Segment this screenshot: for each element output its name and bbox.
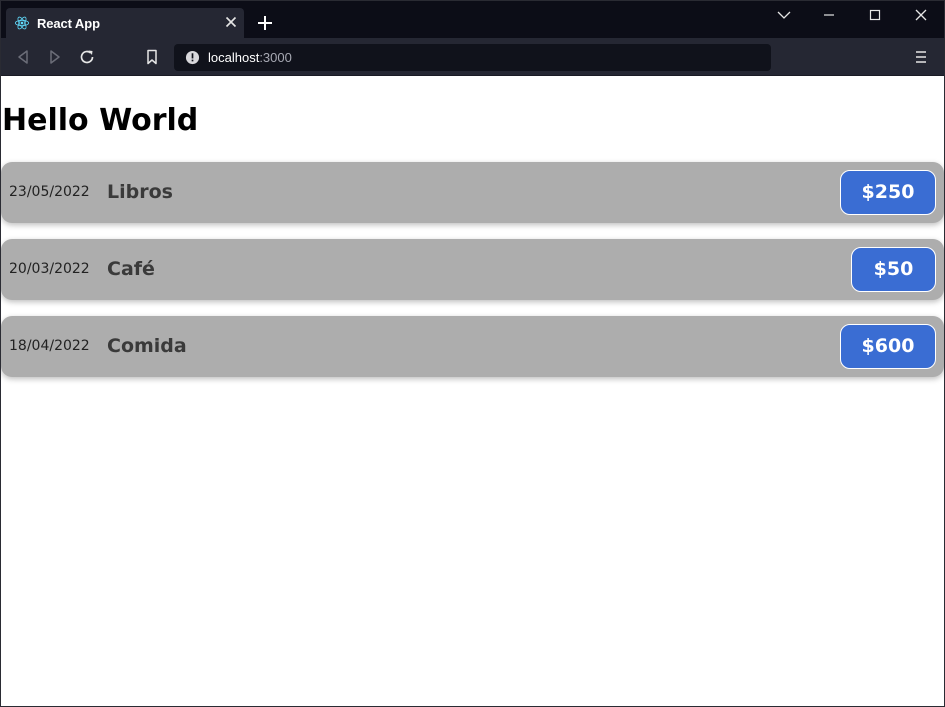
forward-arrow-icon[interactable] (45, 47, 65, 67)
browser-tab[interactable]: React App (6, 8, 244, 38)
back-arrow-icon[interactable] (13, 47, 33, 67)
url-port: :3000 (259, 50, 292, 65)
page-title: Hello World (2, 103, 199, 138)
minimize-icon[interactable] (817, 4, 841, 26)
close-icon[interactable] (222, 13, 240, 31)
plus-icon[interactable] (254, 12, 276, 34)
react-logo-icon (14, 16, 30, 30)
url-text: localhost:3000 (208, 50, 292, 65)
info-icon[interactable] (185, 50, 200, 65)
expense-description: Café (107, 258, 155, 280)
chevron-down-icon[interactable] (772, 4, 796, 26)
expense-price: $600 (840, 324, 936, 369)
page-viewport: Hello World 23/05/2022 Libros $250 20/03… (1, 76, 944, 706)
expense-price: $50 (851, 247, 936, 292)
address-bar[interactable]: localhost:3000 (174, 44, 771, 71)
expense-price: $250 (840, 170, 936, 215)
maximize-icon[interactable] (863, 4, 887, 26)
browser-toolbar: localhost:3000 (0, 38, 945, 76)
expense-description: Comida (107, 335, 187, 357)
expense-item: 20/03/2022 Café $50 (1, 239, 944, 300)
tab-title: React App (37, 16, 100, 31)
expense-item: 23/05/2022 Libros $250 (1, 162, 944, 223)
menu-icon[interactable] (911, 48, 931, 66)
expense-date: 18/04/2022 (9, 338, 90, 354)
expense-item: 18/04/2022 Comida $600 (1, 316, 944, 377)
expense-date: 20/03/2022 (9, 261, 90, 277)
browser-titlebar: React App (0, 0, 945, 38)
expense-date: 23/05/2022 (9, 184, 90, 200)
window-close-icon[interactable] (909, 4, 933, 26)
reload-icon[interactable] (77, 47, 97, 67)
expense-description: Libros (107, 181, 173, 203)
bookmark-icon[interactable] (142, 47, 162, 67)
url-host: localhost (208, 50, 260, 65)
